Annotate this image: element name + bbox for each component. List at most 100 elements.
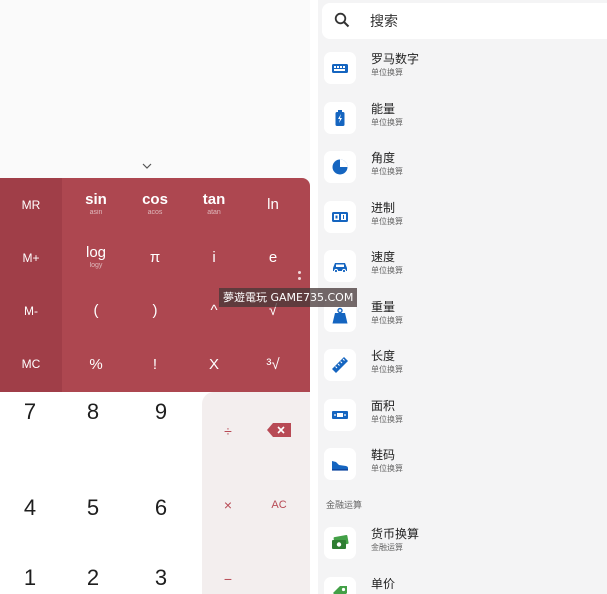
item-title: 货币换算 — [371, 527, 420, 541]
item-subtitle: 金融运算 — [371, 543, 403, 552]
key-label: log — [85, 244, 107, 261]
list-item-angle[interactable]: 角度 单位换算 — [318, 143, 607, 192]
converter-list-panel: 罗马数字 单位换算 能量 单位换算 角度 单位换算 进制 单位换算 速度 单位换… — [318, 0, 607, 594]
backspace-icon[interactable] — [266, 422, 292, 438]
list-item-shoe-size[interactable]: 鞋码 单位换算 — [318, 440, 607, 489]
list-item-area[interactable]: 面积 单位换算 — [318, 391, 607, 440]
divide-button[interactable]: ÷ — [203, 416, 253, 446]
list-item-energy[interactable]: 能量 单位换算 — [318, 94, 607, 143]
digit-8-button[interactable]: 8 — [63, 392, 123, 432]
euler-e-button[interactable]: e — [243, 231, 303, 284]
item-subtitle: 单位换算 — [371, 167, 403, 176]
scientific-keypad: MR M+ M- MC sin asin cos acos tan atan l… — [0, 178, 310, 392]
x-variable-button[interactable]: X — [184, 338, 244, 391]
key-label: ln — [267, 196, 279, 213]
all-clear-button[interactable]: AC — [254, 490, 304, 520]
tan-button[interactable]: tan atan — [184, 178, 244, 231]
search-input[interactable] — [370, 11, 590, 33]
digit-2-button[interactable]: 2 — [63, 558, 123, 594]
digit-6-button[interactable]: 6 — [131, 488, 191, 528]
close-paren-button[interactable]: ) — [125, 284, 185, 337]
key-label: ! — [152, 356, 158, 373]
item-subtitle: 单位换算 — [371, 316, 403, 325]
key-sublabel: asin — [89, 209, 103, 216]
item-title: 面积 — [371, 399, 396, 413]
key-sublabel: atan — [207, 209, 221, 216]
list-item-weight[interactable]: 重量 单位换算 — [318, 292, 607, 341]
key-label: cos — [142, 191, 168, 208]
shoe-icon — [324, 448, 356, 480]
key-sublabel: acos — [147, 209, 163, 216]
item-subtitle: 单位换算 — [371, 217, 403, 226]
item-subtitle: 单位换算 — [371, 415, 403, 424]
key-label: sin — [85, 191, 107, 208]
list-item-currency[interactable]: 货币换算 金融运算 — [318, 519, 607, 568]
digit-7-button[interactable]: 7 — [0, 392, 60, 432]
key-label: ( — [93, 302, 99, 319]
item-title: 能量 — [371, 102, 396, 116]
search-bar — [322, 3, 607, 39]
search-icon — [334, 12, 350, 28]
list-item-length[interactable]: 长度 单位换算 — [318, 341, 607, 390]
item-subtitle: 单位换算 — [371, 464, 403, 473]
ruler-icon — [324, 349, 356, 381]
key-sublabel: logy — [89, 262, 103, 269]
memory-column: MR M+ M- MC — [0, 178, 62, 392]
list-item-number-base[interactable]: 进制 单位换算 — [318, 193, 607, 242]
digit-3-button[interactable]: 3 — [131, 558, 191, 594]
cube-root-button[interactable]: ³√ — [243, 338, 303, 391]
item-subtitle: 单位换算 — [371, 118, 403, 127]
subtract-button[interactable]: − — [203, 564, 253, 594]
key-label: tan — [202, 191, 226, 208]
key-label: e — [268, 249, 278, 266]
list-item-speed[interactable]: 速度 单位换算 — [318, 242, 607, 291]
ln-button[interactable]: ln — [243, 178, 303, 231]
key-label: π — [149, 249, 161, 266]
car-speed-icon — [324, 250, 356, 282]
item-title: 罗马数字 — [371, 52, 420, 66]
area-icon — [324, 399, 356, 431]
memory-clear-button[interactable]: MC — [0, 338, 62, 391]
pi-button[interactable]: π — [125, 231, 185, 284]
cos-button[interactable]: cos acos — [125, 178, 185, 231]
item-title: 进制 — [371, 201, 396, 215]
list-item-roman-numeral[interactable]: 罗马数字 单位换算 — [318, 44, 607, 93]
item-subtitle: 单位换算 — [371, 266, 403, 275]
list-item-unit-price[interactable]: 单价 — [318, 569, 607, 594]
key-label: % — [89, 356, 103, 373]
item-title: 重量 — [371, 300, 396, 314]
drag-handle-icon[interactable] — [297, 271, 303, 285]
calculator-display — [0, 0, 310, 178]
imaginary-i-button[interactable]: i — [184, 231, 244, 284]
item-subtitle: 单位换算 — [371, 68, 403, 77]
memory-add-button[interactable]: M+ — [0, 232, 62, 285]
log-button[interactable]: log logy — [66, 231, 126, 284]
roman-numeral-icon — [324, 52, 356, 84]
item-title: 角度 — [371, 151, 396, 165]
key-label: X — [208, 356, 219, 373]
key-label: ³√ — [266, 356, 280, 373]
currency-icon — [324, 527, 356, 559]
memory-recall-button[interactable]: MR — [0, 179, 62, 232]
key-label: ) — [152, 302, 158, 319]
sin-button[interactable]: sin asin — [66, 178, 126, 231]
item-title: 速度 — [371, 250, 396, 264]
number-pad: 7 8 9 4 5 6 1 2 3 ÷ × AC − — [0, 392, 310, 594]
digit-9-button[interactable]: 9 — [131, 392, 191, 432]
number-base-icon — [324, 201, 356, 233]
watermark: 夢遊電玩 GAME735.COM — [219, 288, 358, 307]
item-title: 长度 — [371, 349, 396, 363]
digit-1-button[interactable]: 1 — [0, 558, 60, 594]
percent-button[interactable]: % — [66, 338, 126, 391]
finance-section-header: 金融运算 — [326, 501, 363, 511]
factorial-button[interactable]: ! — [125, 338, 185, 391]
memory-subtract-button[interactable]: M- — [0, 285, 62, 338]
open-paren-button[interactable]: ( — [66, 284, 126, 337]
digit-5-button[interactable]: 5 — [63, 488, 123, 528]
multiply-button[interactable]: × — [203, 490, 253, 520]
collapse-chevron-icon[interactable] — [138, 156, 156, 174]
digit-4-button[interactable]: 4 — [0, 488, 60, 528]
item-title: 鞋码 — [371, 448, 396, 462]
unit-price-icon — [324, 577, 356, 594]
item-subtitle: 单位换算 — [371, 365, 403, 374]
